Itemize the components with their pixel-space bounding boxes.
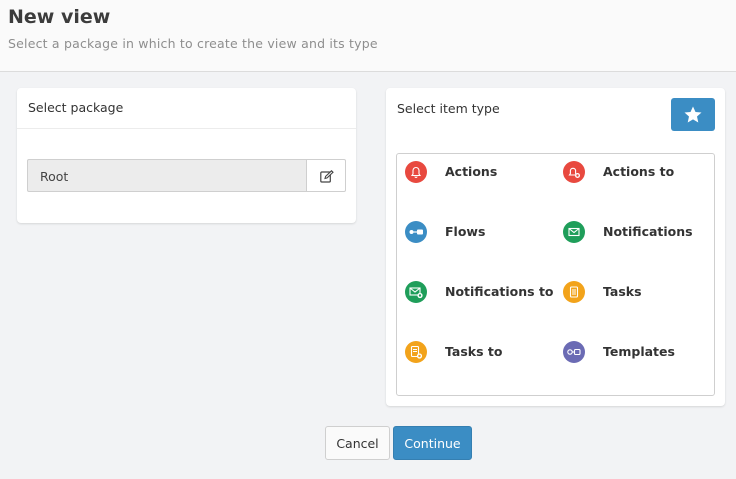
select-item-type-header: Select item type (386, 88, 725, 142)
continue-button[interactable]: Continue (393, 426, 472, 460)
cancel-button[interactable]: Cancel (325, 426, 390, 460)
type-item-label: Templates (603, 344, 675, 359)
favorites-button[interactable] (671, 98, 715, 131)
template-icon (563, 341, 585, 363)
type-item-tasks[interactable]: Tasks (563, 281, 713, 311)
select-package-panel: Select package Root (17, 88, 356, 223)
type-item-actions-to[interactable]: Actions to (563, 161, 713, 191)
type-item-notifications-to[interactable]: Notifications to (405, 281, 555, 311)
page-header: New view Select a package in which to cr… (0, 0, 736, 72)
type-item-actions[interactable]: Actions (405, 161, 555, 191)
type-item-notifications[interactable]: Notifications (563, 221, 713, 251)
star-icon (684, 106, 702, 123)
package-value: Root (40, 169, 69, 184)
bell-plus-icon (563, 161, 585, 183)
envelope-icon (563, 221, 585, 243)
flow-icon (405, 221, 427, 243)
type-item-label: Notifications to (445, 284, 554, 299)
select-package-header: Select package (17, 88, 356, 129)
envelope-plus-icon (405, 281, 427, 303)
type-item-label: Tasks (603, 284, 642, 299)
page-subtitle: Select a package in which to create the … (8, 36, 378, 51)
select-item-type-panel: Select item type Actions Actions to Flow… (386, 88, 725, 406)
type-item-templates[interactable]: Templates (563, 341, 713, 371)
package-field[interactable]: Root (27, 159, 307, 192)
page-title: New view (8, 6, 111, 28)
type-item-tasks-to[interactable]: Tasks to (405, 341, 555, 371)
type-item-flows[interactable]: Flows (405, 221, 555, 251)
select-package-heading: Select package (28, 100, 124, 115)
type-item-label: Flows (445, 224, 486, 239)
item-type-list: Actions Actions to Flows Notifications N… (396, 153, 715, 396)
select-item-type-heading: Select item type (397, 101, 500, 116)
clipboard-icon (563, 281, 585, 303)
clipboard-plus-icon (405, 341, 427, 363)
bell-icon (405, 161, 427, 183)
edit-icon (320, 170, 334, 183)
type-item-label: Actions (445, 164, 498, 179)
edit-package-button[interactable] (306, 159, 346, 192)
type-item-label: Actions to (603, 164, 675, 179)
type-item-label: Notifications (603, 224, 693, 239)
type-item-label: Tasks to (445, 344, 503, 359)
